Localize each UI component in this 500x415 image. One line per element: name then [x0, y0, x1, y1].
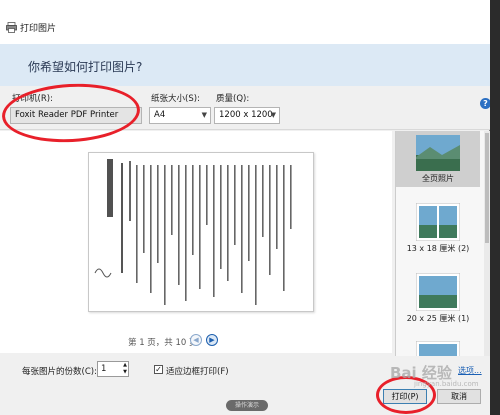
copies-spinner[interactable]: ▲ ▼ — [123, 362, 127, 376]
single-photo-thumbnail — [415, 272, 461, 312]
fit-frame-checkbox[interactable]: ✓ — [154, 365, 163, 374]
printer-icon — [6, 22, 17, 33]
previous-page-button[interactable]: ◀ — [190, 334, 202, 346]
cancel-button[interactable]: 取消 — [437, 389, 481, 404]
title-bar: 打印图片 — [0, 0, 490, 44]
rotated-document-image — [94, 159, 292, 305]
two-photo-thumbnail — [415, 202, 461, 242]
question-banner: 你希望如何打印图片? — [0, 44, 490, 86]
url-watermark: jingyan.baidu.com — [414, 380, 479, 388]
layout-label: 13 x 18 厘米 (2) — [406, 244, 470, 253]
layout-full-page[interactable]: 全页照片 — [396, 131, 480, 187]
next-page-button[interactable]: ▶ — [206, 334, 218, 346]
quality-select[interactable]: 1200 x 1200 ▼ — [214, 107, 280, 124]
paper-size-value: A4 — [154, 110, 166, 120]
window-title: 打印图片 — [20, 24, 57, 34]
layout-13x18[interactable]: 13 x 18 厘米 (2) — [396, 201, 480, 257]
quality-label: 质量(Q): — [216, 94, 250, 104]
question-text: 你希望如何打印图片? — [28, 60, 143, 74]
arrow-right-icon: ▶ — [209, 336, 215, 344]
quality-value: 1200 x 1200 — [219, 110, 273, 120]
paper-size-select[interactable]: A4 ▼ — [149, 107, 211, 124]
landscape-thumbnail — [416, 135, 460, 171]
chevron-down-icon: ▼ — [270, 111, 276, 119]
layout-20x25[interactable]: 20 x 25 厘米 (1) — [396, 271, 480, 327]
copies-value: 1 — [101, 364, 107, 374]
fit-frame-label: 适应边框打印(F) — [166, 367, 229, 377]
print-pictures-dialog: 打印图片 你希望如何打印图片? 打印机(R): Foxit Reader PDF… — [0, 0, 491, 415]
scrollbar-thumb[interactable] — [485, 133, 489, 243]
layout-label: 全页照片 — [422, 174, 454, 183]
paper-size-label: 纸张大小(S): — [151, 94, 200, 104]
background-strip — [490, 0, 500, 415]
preview-pane: 第 1 页，共 10 页 ◀ ▶ — [0, 131, 392, 353]
chevron-down-icon: ▼ — [201, 111, 207, 119]
page-indicator: 第 1 页，共 10 页 — [128, 338, 198, 348]
taskbar-pill: 操作演示 — [226, 400, 268, 411]
arrow-left-icon: ◀ — [193, 336, 199, 344]
copies-input[interactable]: 1 ▲ ▼ — [97, 361, 129, 377]
page-preview — [88, 152, 314, 312]
options-link[interactable]: 选项... — [458, 365, 482, 376]
copies-label: 每张图片的份数(C): — [22, 367, 97, 377]
layout-list: 全页照片 13 x 18 厘米 (2) 20 x 25 厘米 (1) — [395, 131, 490, 359]
layout-label: 20 x 25 厘米 (1) — [406, 314, 470, 323]
